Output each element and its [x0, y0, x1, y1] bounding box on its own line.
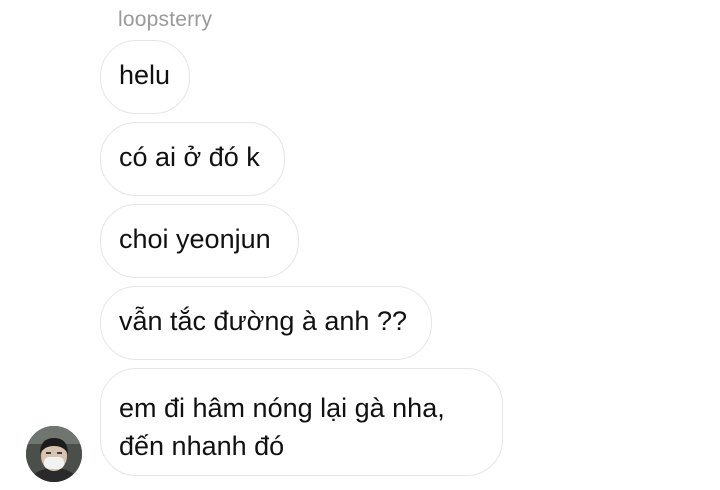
avatar-image: [26, 426, 82, 482]
message-text: choi yeonjun: [119, 224, 271, 254]
message-text-line: em đi hâm nóng lại gà nha,: [119, 393, 445, 423]
message-bubble[interactable]: có ai ở đó k: [100, 122, 285, 196]
message-text: vẫn tắc đường à anh ??: [119, 306, 407, 336]
message-text: có ai ở đó k: [119, 142, 260, 172]
message-bubble[interactable]: vẫn tắc đường à anh ??: [100, 286, 432, 360]
message-bubble[interactable]: helu: [100, 40, 190, 114]
sender-name: loopsterry: [118, 8, 213, 31]
message-bubble[interactable]: choi yeonjun: [100, 204, 299, 278]
message-bubble[interactable]: em đi hâm nóng lại gà nha, đến nhanh đó: [100, 368, 503, 476]
message-text: helu: [119, 60, 171, 90]
profile-avatar-icon[interactable]: [26, 426, 82, 482]
message-text-line: đến nhanh đó: [119, 431, 285, 461]
